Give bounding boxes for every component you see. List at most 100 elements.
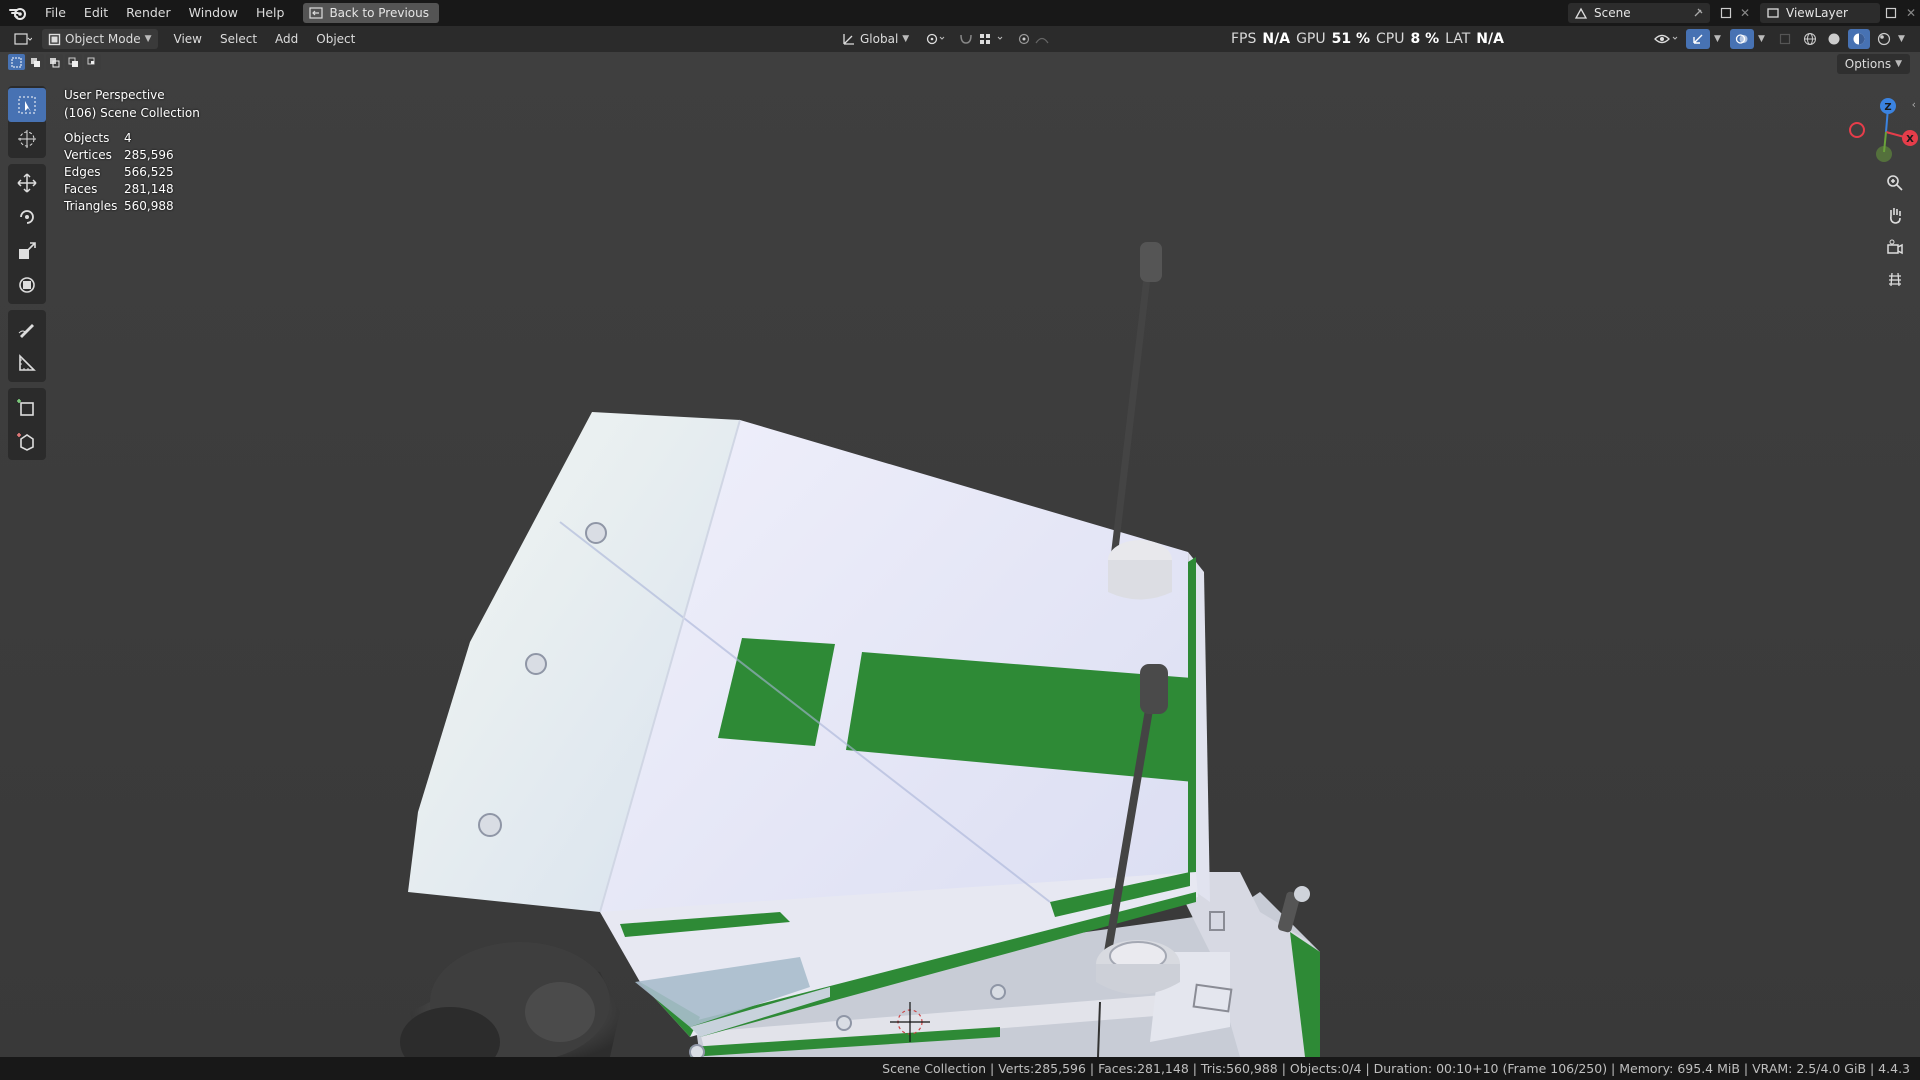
tool-settings-row: Options ▼ [0, 52, 1920, 74]
select-intersect-mode[interactable] [84, 54, 101, 70]
3d-viewport[interactable]: Options ▼ User Perspective (106) Scene C… [0, 52, 1920, 1057]
menu-edit[interactable]: Edit [75, 0, 117, 26]
options-label: Options [1844, 57, 1892, 71]
pivot-icon [926, 33, 945, 45]
transform-icon [19, 277, 35, 293]
stat-value-objects: 4 [124, 131, 132, 145]
shading-dropdown[interactable]: ▼ [1898, 34, 1910, 44]
navigation-gizmo[interactable]: Z X [1820, 90, 1920, 170]
transform-tool[interactable] [8, 268, 46, 302]
select-box-tool[interactable] [8, 88, 46, 122]
object-mode-dropdown[interactable]: Object Mode ▼ [42, 29, 158, 49]
gizmo-icon [1693, 34, 1703, 44]
rendered-shading-icon [1877, 32, 1891, 46]
menu-select[interactable]: Select [214, 29, 263, 49]
menu-object[interactable]: Object [310, 29, 361, 49]
select-subtract-mode[interactable] [46, 54, 63, 70]
chevron-down-icon: ▼ [1895, 59, 1902, 69]
blender-logo-icon[interactable] [0, 0, 36, 26]
gizmo-neg-x-icon[interactable] [1849, 122, 1865, 138]
sidebar-toggle-chevron-icon[interactable]: ‹ [1912, 98, 1916, 111]
measure-tool[interactable] [8, 346, 46, 380]
move-icon [17, 173, 37, 193]
transform-orientation-dropdown[interactable]: Global ▼ [836, 29, 915, 49]
scene-icon [1574, 7, 1588, 19]
move-tool[interactable] [8, 166, 46, 200]
back-to-previous-button[interactable]: Back to Previous [303, 3, 439, 23]
editor-type-icon [14, 33, 32, 45]
select-new-mode[interactable] [8, 54, 25, 70]
select-extend-mode[interactable] [27, 54, 44, 70]
scene-selector[interactable]: Scene [1568, 3, 1710, 23]
view-layer-name: ViewLayer [1786, 6, 1848, 20]
add-object-tool[interactable] [8, 424, 46, 458]
gizmo-dropdown[interactable]: ▼ [1714, 34, 1726, 44]
eye-icon [1654, 34, 1678, 44]
add-cube-tool[interactable] [8, 390, 46, 424]
chevron-down-icon: ▼ [902, 34, 910, 44]
select-subtract-icon [50, 57, 60, 67]
tool-group-transform [8, 164, 46, 304]
stat-label-vertices: Vertices [64, 148, 112, 162]
tool-group-select [8, 86, 46, 158]
view-layer-selector[interactable]: ViewLayer [1760, 3, 1880, 23]
snap-toggle[interactable] [952, 29, 1014, 49]
object-mode-icon [48, 33, 61, 45]
proportional-editing-icon [1018, 33, 1049, 45]
menu-view[interactable]: View [168, 29, 208, 49]
back-icon [309, 7, 324, 19]
visibility-toggle[interactable] [1652, 29, 1682, 49]
overlays-dropdown[interactable]: ▼ [1758, 34, 1770, 44]
gizmo-y-icon[interactable] [1876, 146, 1892, 162]
stat-value-triangles: 560,988 [124, 199, 174, 213]
gizmo-toggle[interactable] [1686, 29, 1710, 49]
navigation-buttons [1882, 170, 1908, 292]
annotate-tool[interactable] [8, 312, 46, 346]
stat-value-edges: 566,525 [124, 165, 174, 179]
object-mode-label: Object Mode [65, 32, 141, 46]
pin-icon [1694, 8, 1703, 17]
scene-render[interactable] [0, 52, 1920, 1057]
menu-help[interactable]: Help [247, 0, 294, 26]
status-info-text: Scene Collection | Verts:285,596 | Faces… [882, 1061, 1910, 1076]
cursor-tool[interactable] [8, 122, 46, 156]
stat-label-edges: Edges [64, 165, 101, 179]
new-view-layer-icon[interactable] [1880, 3, 1902, 23]
ortho-grid-icon[interactable] [1882, 266, 1908, 292]
shading-rendered[interactable] [1874, 29, 1894, 49]
zoom-icon[interactable] [1882, 170, 1908, 196]
new-scene-icon[interactable] [1716, 3, 1736, 23]
menu-file[interactable]: File [36, 0, 75, 26]
shading-material[interactable] [1848, 29, 1870, 49]
overlays-toggle[interactable] [1730, 29, 1754, 49]
snap-icon [960, 34, 1003, 44]
shading-solid[interactable] [1824, 29, 1844, 49]
stat-value-faces: 281,148 [124, 182, 174, 196]
transform-orientation-label: Global [860, 32, 899, 46]
pan-hand-icon[interactable] [1882, 202, 1908, 228]
menu-render[interactable]: Render [117, 0, 180, 26]
shading-wireframe[interactable] [1800, 29, 1820, 49]
rotate-tool[interactable] [8, 200, 46, 234]
scale-tool[interactable] [8, 234, 46, 268]
camera-view-icon[interactable] [1882, 234, 1908, 260]
close-scene-icon[interactable]: ✕ [1736, 3, 1754, 23]
proportional-editing-toggle[interactable] [1012, 29, 1068, 49]
options-dropdown[interactable]: Options ▼ [1836, 54, 1910, 74]
add-cube-icon [17, 399, 34, 416]
view-perspective-label: User Perspective [64, 88, 165, 102]
editor-type-button[interactable] [8, 29, 38, 49]
menu-window[interactable]: Window [180, 0, 247, 26]
menu-add[interactable]: Add [269, 29, 304, 49]
wireframe-shading-icon [1804, 33, 1816, 45]
view-layer-icon [1767, 8, 1779, 18]
active-collection-label: (106) Scene Collection [64, 106, 200, 120]
viewport-header: Object Mode ▼ View Select Add Object Glo… [0, 26, 1920, 52]
close-view-layer-icon[interactable]: ✕ [1902, 3, 1920, 23]
gizmo-x-label: X [1906, 134, 1914, 145]
select-invert-mode[interactable] [65, 54, 82, 70]
xray-toggle[interactable] [1774, 29, 1796, 49]
lat-value: N/A [1476, 31, 1504, 47]
selection-mode-group [8, 54, 101, 70]
select-intersect-icon [87, 57, 95, 64]
